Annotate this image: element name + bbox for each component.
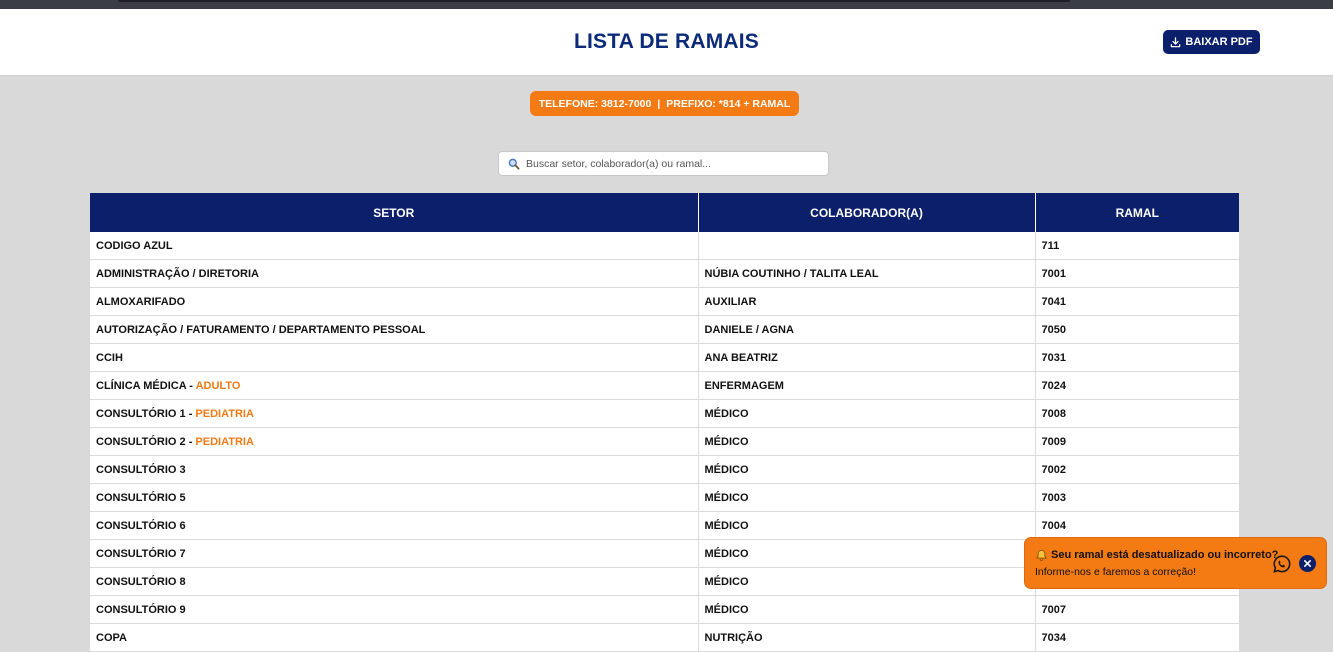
- download-pdf-label: BAIXAR PDF: [1185, 36, 1253, 48]
- cell-ramal: 7002: [1035, 455, 1239, 484]
- cell-ramal: 7008: [1035, 399, 1239, 428]
- setor-name: CONSULTÓRIO 3: [96, 463, 186, 476]
- browser-top-bar: [0, 0, 1333, 9]
- cell-colaborador: NUTRIÇÃO: [698, 623, 1036, 652]
- setor-name: CONSULTÓRIO 2 -: [96, 435, 196, 448]
- cell-colaborador: DANIELE / AGNA: [698, 315, 1036, 344]
- phone-info-badge: TELEFONE: 3812-7000 | PREFIXO: *814 + RA…: [530, 91, 799, 116]
- table-row: ADMINISTRAÇÃO / DIRETORIA NÚBIA COUTINHO …: [90, 259, 1239, 288]
- dial-prefix: PREFIXO: *814 + RAMAL: [666, 97, 791, 110]
- cell-ramal: 7050: [1035, 315, 1239, 344]
- search-icon: [508, 157, 522, 171]
- cell-setor: CONSULTÓRIO 3: [90, 455, 699, 484]
- cell-colaborador: MÉDICO: [698, 539, 1036, 568]
- cell-colaborador: ANA BEATRIZ: [698, 343, 1036, 372]
- setor-name: CODIGO AZUL: [96, 239, 173, 252]
- cell-setor: CONSULTÓRIO 8: [90, 567, 699, 596]
- cell-setor: CONSULTÓRIO 5: [90, 483, 699, 512]
- cell-setor: CODIGO AZUL: [90, 232, 699, 260]
- search-input[interactable]: [526, 153, 828, 174]
- cell-colaborador: ENFERMAGEM: [698, 371, 1036, 400]
- cell-ramal: 7007: [1035, 595, 1239, 624]
- setor-name: CONSULTÓRIO 6: [96, 519, 186, 532]
- setor-name: CONSULTÓRIO 8: [96, 575, 186, 588]
- table-row: CONSULTÓRIO 5 MÉDICO 7003: [90, 483, 1239, 512]
- whatsapp-icon[interactable]: [1272, 554, 1292, 574]
- cell-ramal: 7041: [1035, 287, 1239, 316]
- setor-name: ALMOXARIFADO: [96, 295, 186, 308]
- cell-setor: ADMINISTRAÇÃO / DIRETORIA: [90, 259, 699, 288]
- cell-setor: CLÍNICA MÉDICA - ADULTO: [90, 371, 699, 400]
- cell-setor: CONSULTÓRIO 1 - PEDIATRIA: [90, 399, 699, 428]
- setor-name: CCIH: [96, 351, 123, 364]
- cell-colaborador: MÉDICO: [698, 427, 1036, 456]
- toast-subtitle: Informe-nos e faremos a correção!: [1035, 566, 1197, 578]
- table-row: CONSULTÓRIO 6 MÉDICO 7004: [90, 511, 1239, 540]
- outdated-extension-toast: Seu ramal está desatualizado ou incorret…: [1024, 537, 1327, 589]
- cell-setor: COPA: [90, 623, 699, 652]
- cell-setor: CONSULTÓRIO 6: [90, 511, 699, 540]
- column-header-colaborador[interactable]: COLABORADOR(A): [698, 193, 1036, 232]
- cell-setor: ALMOXARIFADO: [90, 287, 699, 316]
- setor-name: CONSULTÓRIO 9: [96, 603, 186, 616]
- phone-number: TELEFONE: 3812-7000: [538, 97, 652, 110]
- cell-colaborador: AUXILIAR: [698, 287, 1036, 316]
- cell-setor: CCIH: [90, 343, 699, 372]
- browser-top-bar-inner: [118, 0, 1070, 2]
- cell-setor: AUTORIZAÇÃO / FATURAMENTO / DEPARTAMENTO…: [90, 315, 699, 344]
- table-header-row: SETOR COLABORADOR(A) RAMAL: [90, 193, 1239, 232]
- cell-ramal: 7001: [1035, 259, 1239, 288]
- setor-name: CONSULTÓRIO 7: [96, 547, 186, 560]
- cell-setor: CONSULTÓRIO 9: [90, 595, 699, 624]
- cell-ramal: 7004: [1035, 511, 1239, 540]
- setor-name: CONSULTÓRIO 1 -: [96, 407, 196, 420]
- download-icon: [1170, 36, 1181, 48]
- cell-ramal: 711: [1035, 232, 1239, 260]
- setor-name: COPA: [96, 631, 127, 644]
- setor-category-tag: PEDIATRIA: [195, 407, 254, 420]
- cell-colaborador: MÉDICO: [698, 595, 1036, 624]
- page-title: LISTA DE RAMAIS: [574, 30, 759, 53]
- cell-colaborador: [698, 232, 1036, 260]
- cell-colaborador: MÉDICO: [698, 567, 1036, 596]
- cell-colaborador: NÚBIA COUTINHO / TALITA LEAL: [698, 259, 1036, 288]
- table-row: CONSULTÓRIO 9 MÉDICO 7007: [90, 595, 1239, 624]
- cell-ramal: 7003: [1035, 483, 1239, 512]
- cell-ramal: 7031: [1035, 343, 1239, 372]
- search-box[interactable]: [498, 151, 829, 176]
- cell-setor: CONSULTÓRIO 2 - PEDIATRIA: [90, 427, 699, 456]
- cell-colaborador: MÉDICO: [698, 483, 1036, 512]
- table-row: CCIH ANA BEATRIZ 7031: [90, 343, 1239, 372]
- setor-name: AUTORIZAÇÃO / FATURAMENTO / DEPARTAMENTO…: [96, 323, 426, 336]
- info-separator: |: [657, 97, 661, 110]
- setor-category-tag: ADULTO: [195, 379, 241, 392]
- table-row: CONSULTÓRIO 2 - PEDIATRIA MÉDICO 7009: [90, 427, 1239, 456]
- bell-icon: [1035, 549, 1048, 562]
- table-row: CONSULTÓRIO 1 - PEDIATRIA MÉDICO 7008: [90, 399, 1239, 428]
- cell-ramal: 7009: [1035, 427, 1239, 456]
- table-row: CLÍNICA MÉDICA - ADULTO ENFERMAGEM 7024: [90, 371, 1239, 400]
- setor-name: CONSULTÓRIO 5: [96, 491, 186, 504]
- cell-setor: CONSULTÓRIO 7: [90, 539, 699, 568]
- setor-category-tag: PEDIATRIA: [195, 435, 254, 448]
- table-row: COPA NUTRIÇÃO 7034: [90, 623, 1239, 652]
- cell-colaborador: MÉDICO: [698, 511, 1036, 540]
- table-row: CODIGO AZUL 711: [90, 232, 1239, 260]
- page-header: LISTA DE RAMAIS BAIXAR PDF: [0, 9, 1333, 76]
- setor-name: ADMINISTRAÇÃO / DIRETORIA: [96, 267, 259, 280]
- column-header-ramal[interactable]: RAMAL: [1035, 193, 1239, 232]
- cell-colaborador: MÉDICO: [698, 399, 1036, 428]
- setor-name: CLÍNICA MÉDICA -: [96, 379, 196, 392]
- table-row: AUTORIZAÇÃO / FATURAMENTO / DEPARTAMENTO…: [90, 315, 1239, 344]
- cell-ramal: 7024: [1035, 371, 1239, 400]
- toast-title: Seu ramal está desatualizado ou incorret…: [1051, 549, 1279, 561]
- close-icon[interactable]: [1299, 555, 1316, 572]
- download-pdf-button[interactable]: BAIXAR PDF: [1163, 30, 1260, 54]
- cell-colaborador: MÉDICO: [698, 455, 1036, 484]
- table-row: CONSULTÓRIO 3 MÉDICO 7002: [90, 455, 1239, 484]
- column-header-setor[interactable]: SETOR: [90, 193, 699, 232]
- table-row: ALMOXARIFADO AUXILIAR 7041: [90, 287, 1239, 316]
- cell-ramal: 7034: [1035, 623, 1239, 652]
